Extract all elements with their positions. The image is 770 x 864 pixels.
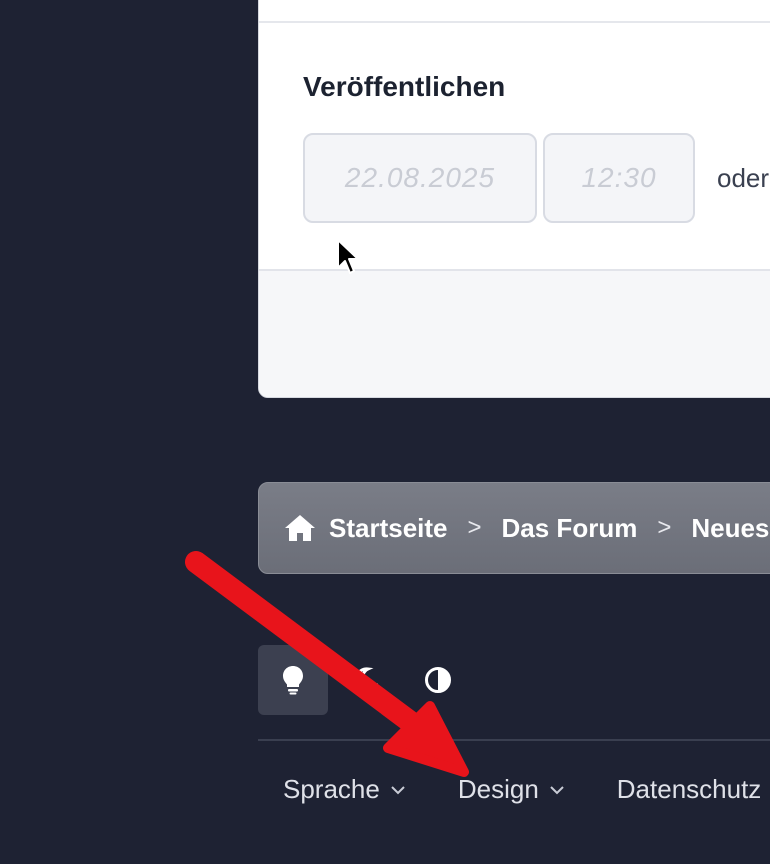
language-menu[interactable]: Sprache <box>283 774 406 805</box>
breadcrumb-home[interactable]: Startseite <box>329 513 448 544</box>
mouse-cursor-icon <box>337 239 359 274</box>
breadcrumb-current[interactable]: Neues <box>691 513 769 544</box>
breadcrumb-forum[interactable]: Das Forum <box>502 513 638 544</box>
panel-footer <box>259 269 770 397</box>
design-label: Design <box>457 774 539 804</box>
breadcrumb-separator-icon: > <box>657 514 672 541</box>
light-theme-button[interactable] <box>258 645 328 715</box>
contrast-icon <box>425 667 451 693</box>
time-input[interactable]: 12:30 <box>543 133 695 223</box>
footer-divider <box>258 739 770 741</box>
publish-panel: Veröffentlichen 22.08.2025 12:30 oder <box>258 0 770 398</box>
panel-divider <box>259 21 770 23</box>
breadcrumb-separator-icon: > <box>467 514 482 541</box>
privacy-label: Datenschutz <box>616 774 762 804</box>
date-input[interactable]: 22.08.2025 <box>303 133 537 223</box>
chevron-down-icon <box>391 785 405 794</box>
oder-label: oder <box>717 163 770 193</box>
footer-nav: Sprache Design Datenschutz <box>283 774 770 805</box>
publish-title: Veröffentlichen <box>303 71 506 102</box>
design-menu[interactable]: Design <box>458 774 565 805</box>
dark-theme-button[interactable] <box>330 645 400 715</box>
privacy-link[interactable]: Datenschutz <box>617 774 762 805</box>
breadcrumb: Startseite > Das Forum > Neues <box>258 482 770 574</box>
lightbulb-icon <box>283 666 303 695</box>
home-icon[interactable] <box>283 513 317 543</box>
contrast-theme-button[interactable] <box>403 645 473 715</box>
moon-icon <box>354 667 378 693</box>
language-label: Sprache <box>283 774 380 804</box>
chevron-down-icon <box>550 785 564 794</box>
